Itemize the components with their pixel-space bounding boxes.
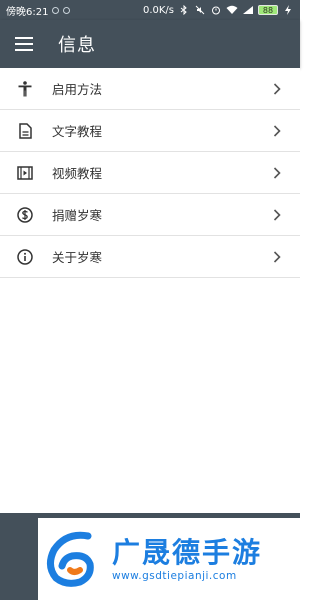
status-left: 傍晚6:21 bbox=[6, 3, 71, 18]
list-item-enable-method[interactable]: 启用方法 bbox=[0, 68, 300, 110]
wifi-icon bbox=[226, 5, 238, 15]
network-speed: 0.0K/s bbox=[142, 4, 174, 16]
charging-icon bbox=[282, 5, 294, 15]
watermark: 广晟德手游 www.gsdtiepianji.com bbox=[38, 518, 300, 600]
dollar-icon bbox=[16, 206, 34, 224]
app-bar: 信息 bbox=[0, 20, 300, 68]
list-item-label: 捐赠岁寒 bbox=[52, 208, 103, 223]
signal-icon bbox=[242, 5, 254, 15]
document-icon bbox=[16, 122, 34, 140]
notification-circle-icon-2 bbox=[63, 6, 71, 14]
chevron-right-icon bbox=[272, 82, 282, 95]
list-item-text-tutorial[interactable]: 文字教程 bbox=[0, 110, 300, 152]
brand-logo-icon bbox=[47, 531, 94, 587]
notification-circle-icon bbox=[52, 6, 60, 14]
bluetooth-icon bbox=[178, 5, 190, 15]
list-item-donate[interactable]: 捐赠岁寒 bbox=[0, 194, 300, 236]
mute-icon bbox=[194, 5, 206, 15]
watermark-url: www.gsdtiepianji.com bbox=[112, 570, 237, 582]
video-icon bbox=[16, 164, 34, 182]
chevron-right-icon bbox=[272, 124, 282, 137]
status-bar: 傍晚6:21 0.0K/s 88 bbox=[0, 0, 300, 20]
chevron-right-icon bbox=[272, 208, 282, 221]
page-title: 信息 bbox=[58, 35, 96, 56]
list-item-label: 启用方法 bbox=[52, 82, 103, 97]
menu-button[interactable] bbox=[14, 34, 34, 54]
battery-indicator: 88 bbox=[258, 5, 278, 15]
list-item-video-tutorial[interactable]: 视频教程 bbox=[0, 152, 300, 194]
info-icon bbox=[16, 248, 34, 266]
list-item-label: 视频教程 bbox=[52, 166, 103, 181]
status-time: 傍晚6:21 bbox=[6, 6, 49, 18]
chevron-right-icon bbox=[272, 250, 282, 263]
status-right: 0.0K/s 88 bbox=[143, 5, 294, 16]
hamburger-menu-icon bbox=[15, 37, 33, 51]
alarm-icon bbox=[210, 5, 222, 15]
list-item-label: 关于岁寒 bbox=[52, 250, 103, 265]
chevron-right-icon bbox=[272, 166, 282, 179]
watermark-brand: 广晟德手游 bbox=[112, 536, 263, 569]
info-list: 启用方法 文字教程 视频教程 捐赠岁寒 关于岁寒 bbox=[0, 68, 300, 278]
list-item-label: 文字教程 bbox=[52, 124, 103, 139]
list-item-about[interactable]: 关于岁寒 bbox=[0, 236, 300, 278]
accessibility-icon bbox=[16, 80, 34, 98]
watermark-text: 广晟德手游 www.gsdtiepianji.com bbox=[112, 536, 262, 582]
